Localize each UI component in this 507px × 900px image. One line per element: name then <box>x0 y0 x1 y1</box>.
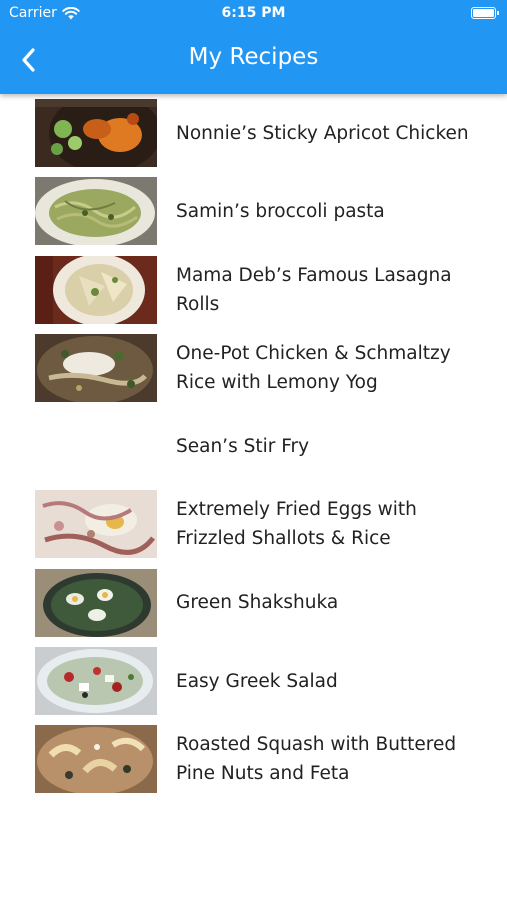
recipe-photo <box>35 333 157 402</box>
battery-icon <box>471 7 499 19</box>
recipe-list-item[interactable]: Green Shakshuka <box>0 564 507 642</box>
recipes-screen: Carrier 6:15 PM My Recipes Nonnie’s Stic… <box>0 0 507 900</box>
recipe-photo <box>35 255 157 324</box>
recipe-name: Samin’s broccoli pasta <box>176 200 385 222</box>
recipe-photo <box>35 490 157 559</box>
recipe-list-item[interactable]: Extremely Fried Eggs with Frizzled Shall… <box>0 485 507 563</box>
recipe-photo <box>35 725 157 794</box>
recipe-name: Roasted Squash with Buttered Pine Nuts a… <box>176 734 457 785</box>
recipe-list: Nonnie’s Sticky Apricot Chicken Samin’s … <box>0 94 507 799</box>
recipe-name: Nonnie’s Sticky Apricot Chicken <box>176 122 469 144</box>
recipe-list-item[interactable]: Sean’s Stir Fry <box>0 407 507 485</box>
status-time: 6:15 PM <box>221 5 286 21</box>
recipe-photo <box>35 177 157 246</box>
recipe-name: Easy Greek Salad <box>176 670 338 692</box>
header: Carrier 6:15 PM My Recipes <box>0 0 507 94</box>
recipe-photo <box>35 99 157 167</box>
recipe-name: Green Shakshuka <box>176 592 339 614</box>
recipe-name: Mama Deb’s Famous Lasagna Rolls <box>176 264 452 315</box>
battery-level <box>473 9 494 17</box>
recipe-list-item[interactable]: Easy Greek Salad <box>0 642 507 720</box>
status-bar: Carrier 6:15 PM <box>0 0 507 28</box>
recipe-list-item[interactable]: Mama Deb’s Famous Lasagna Rolls <box>0 251 507 329</box>
recipe-list-item[interactable]: Samin’s broccoli pasta <box>0 172 507 250</box>
recipe-list-item[interactable]: Roasted Squash with Buttered Pine Nuts a… <box>0 720 507 798</box>
recipe-name: One-Pot Chicken & Schmaltzy Rice with Le… <box>176 342 451 393</box>
page-title: My Recipes <box>188 44 319 70</box>
recipe-list-item[interactable]: One-Pot Chicken & Schmaltzy Rice with Le… <box>0 329 507 407</box>
recipe-photo <box>35 568 157 637</box>
recipe-list-item[interactable]: Nonnie’s Sticky Apricot Chicken <box>0 94 507 172</box>
recipe-photo <box>35 647 157 716</box>
recipe-name: Sean’s Stir Fry <box>176 435 310 457</box>
recipe-name: Extremely Fried Eggs with Frizzled Shall… <box>176 499 417 550</box>
app-bar: My Recipes <box>0 28 507 94</box>
